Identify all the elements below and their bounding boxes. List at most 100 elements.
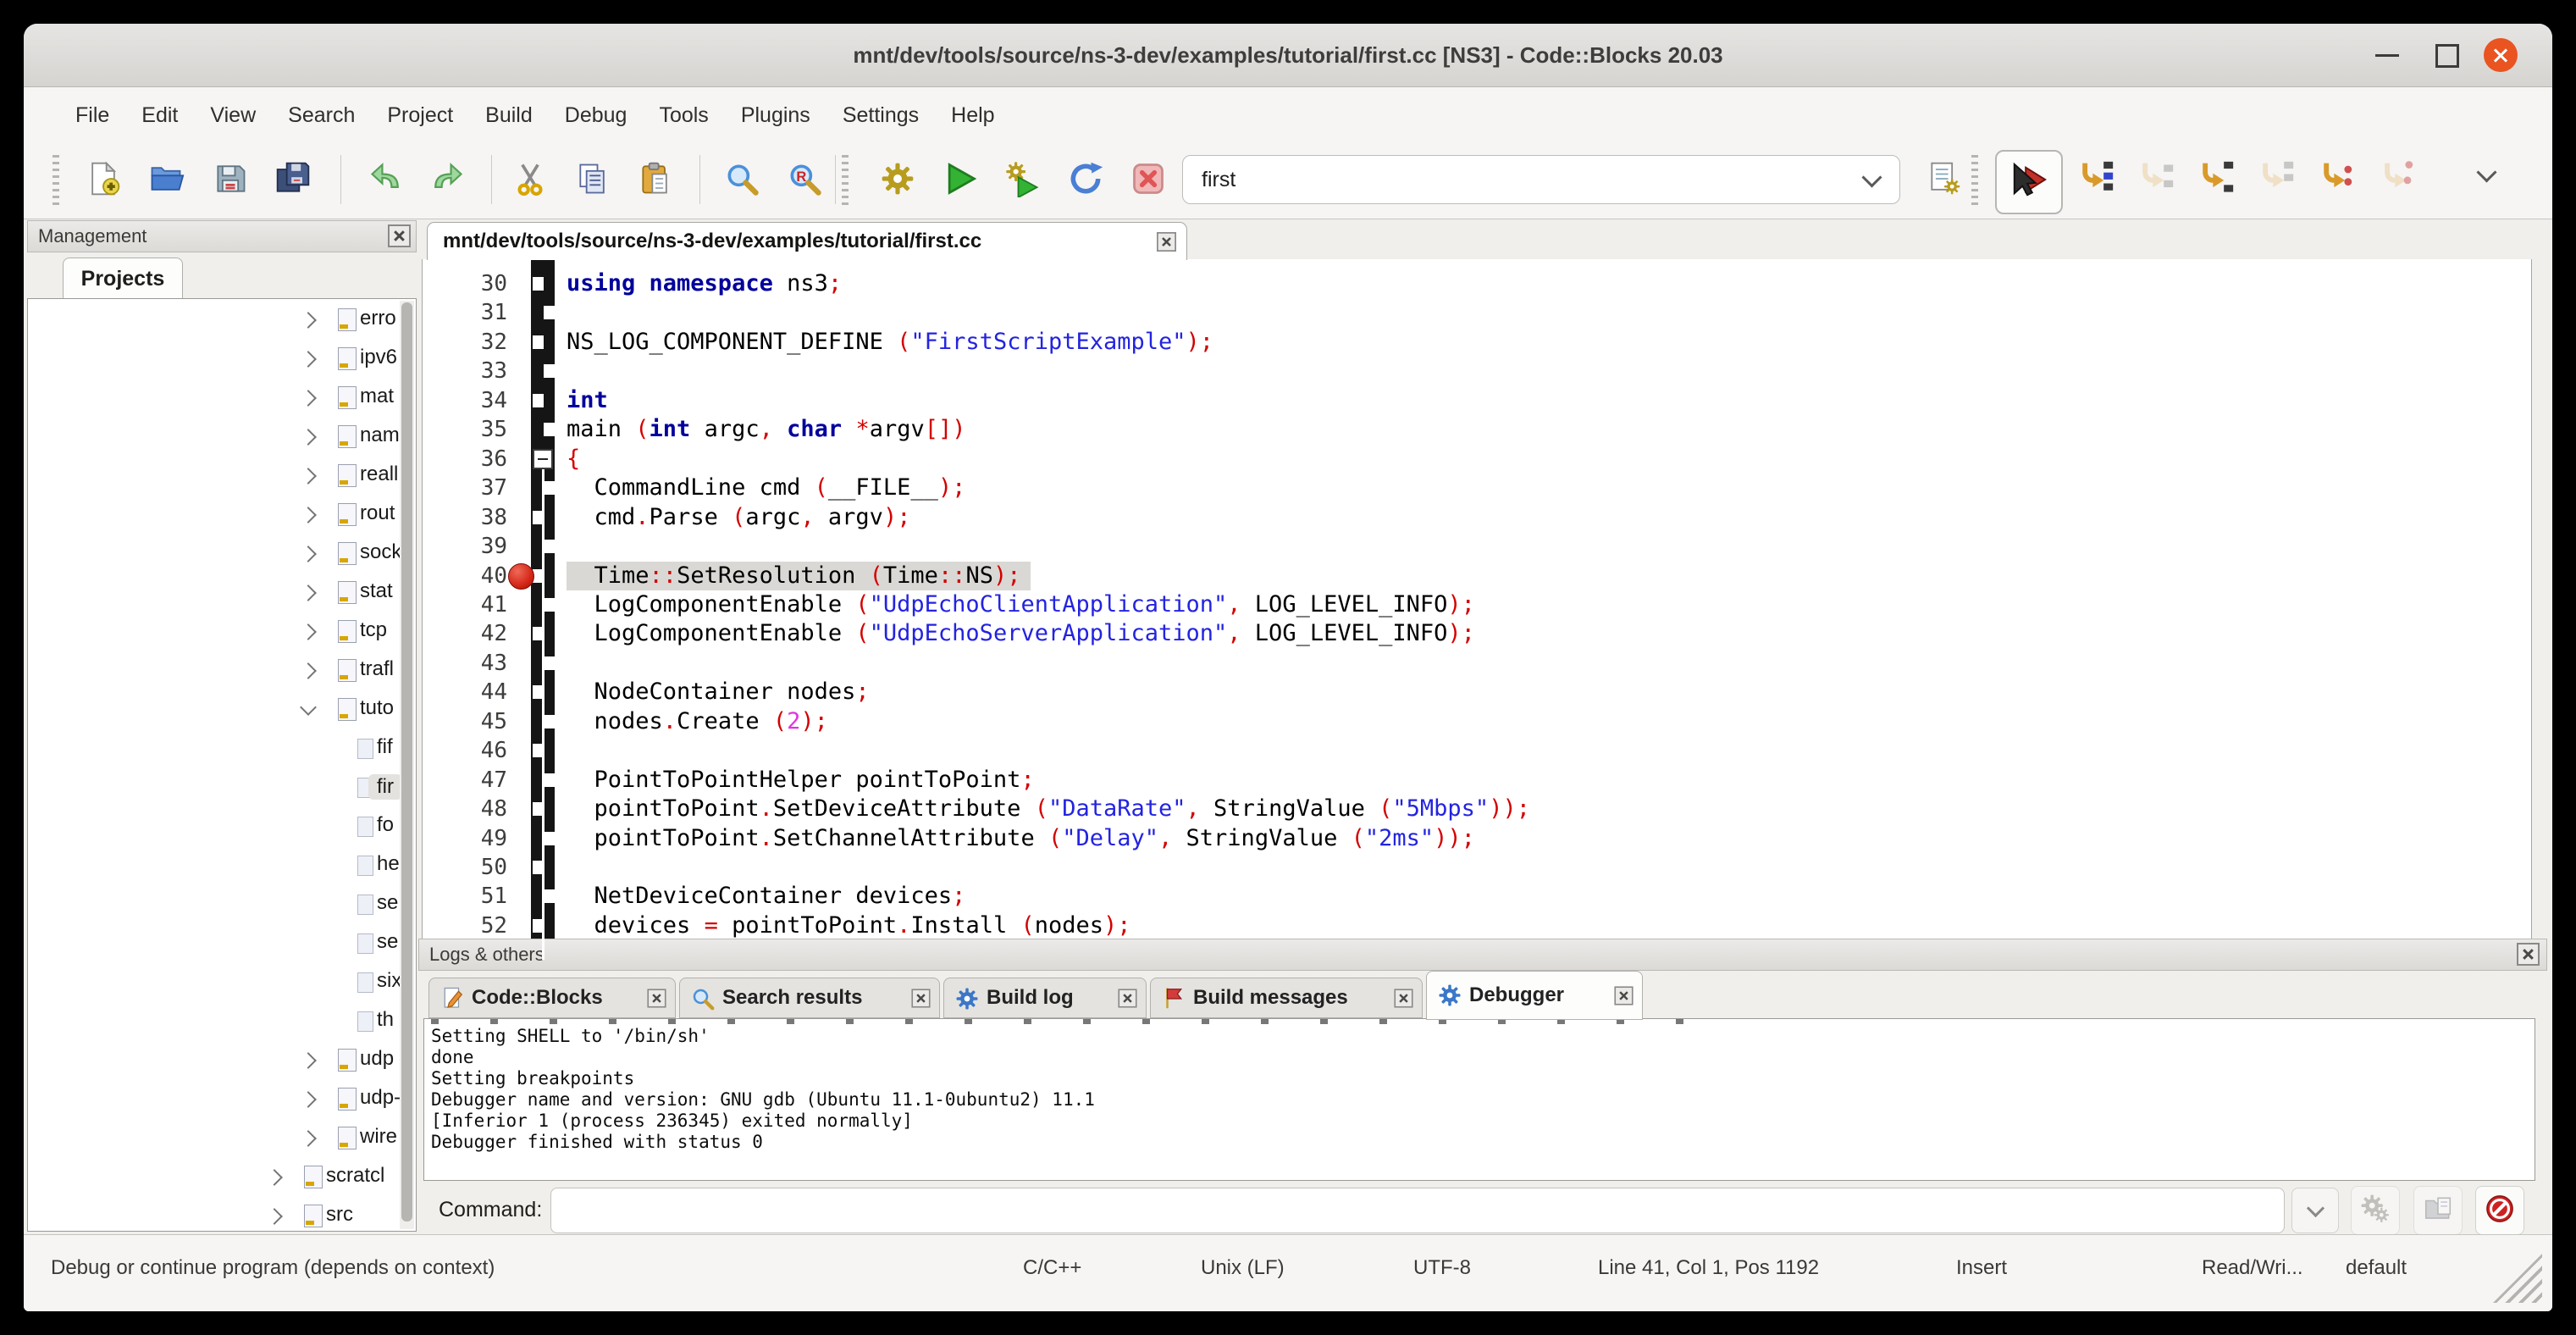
step-into-button[interactable] bbox=[2189, 153, 2243, 208]
undo-button[interactable] bbox=[359, 153, 413, 208]
copy-button[interactable] bbox=[566, 153, 620, 208]
save-all-button[interactable] bbox=[266, 153, 320, 208]
tree-item-ipv6[interactable]: ipv6 bbox=[28, 340, 416, 379]
build-and-run-button[interactable] bbox=[996, 153, 1050, 208]
line-number[interactable]: 50 bbox=[423, 853, 507, 882]
debug-continue-button[interactable] bbox=[1995, 150, 2063, 214]
minimize-icon[interactable] bbox=[2375, 54, 2399, 57]
maximize-icon[interactable] bbox=[2435, 44, 2459, 68]
run-button[interactable] bbox=[933, 153, 987, 208]
menu-item-build[interactable]: Build bbox=[469, 103, 549, 128]
tree-item-udp-[interactable]: udp- bbox=[28, 1080, 416, 1119]
paste-button[interactable] bbox=[628, 153, 683, 208]
chevron-right-icon[interactable] bbox=[300, 546, 317, 562]
line-number[interactable]: 41 bbox=[423, 590, 507, 619]
line-number[interactable]: 51 bbox=[423, 882, 507, 911]
logs-tab-search-results[interactable]: Search results bbox=[679, 978, 940, 1018]
editor-tab-close-icon[interactable] bbox=[1157, 232, 1176, 252]
tree-item-sock[interactable]: sock bbox=[28, 535, 416, 573]
tab-close-icon[interactable] bbox=[1118, 989, 1136, 1007]
logs-tab-build-log[interactable]: Build log bbox=[943, 978, 1147, 1018]
tree-scrollbar-thumb[interactable] bbox=[401, 302, 412, 1221]
tree-item-trafl[interactable]: trafl bbox=[28, 651, 416, 690]
tree-item-nam[interactable]: nam bbox=[28, 418, 416, 457]
tree-item-fir[interactable]: fir bbox=[28, 768, 416, 807]
find-button[interactable] bbox=[715, 153, 769, 208]
line-number[interactable]: 33 bbox=[423, 357, 507, 385]
resize-grip[interactable] bbox=[2493, 1254, 2542, 1303]
menu-item-settings[interactable]: Settings bbox=[826, 103, 935, 128]
line-number[interactable]: 38 bbox=[423, 503, 507, 532]
fold-collapse-icon[interactable] bbox=[533, 449, 553, 469]
menu-item-project[interactable]: Project bbox=[371, 103, 469, 128]
logs-tab-code-blocks[interactable]: Code::Blocks bbox=[428, 978, 676, 1018]
line-number[interactable]: 52 bbox=[423, 911, 507, 940]
line-number[interactable]: 40 bbox=[423, 562, 507, 590]
chevron-right-icon[interactable] bbox=[300, 429, 317, 446]
logs-header[interactable]: Logs & others bbox=[418, 939, 2547, 971]
line-number[interactable]: 43 bbox=[423, 649, 507, 678]
tree-item-src[interactable]: src bbox=[28, 1197, 416, 1232]
toolbar-grip[interactable] bbox=[53, 155, 59, 206]
tree-item-erro[interactable]: erro bbox=[28, 301, 416, 340]
menu-item-plugins[interactable]: Plugins bbox=[725, 103, 826, 128]
tree-item-reall[interactable]: reall bbox=[28, 457, 416, 496]
toolbar-grip[interactable] bbox=[842, 155, 849, 206]
toolbar-grip[interactable] bbox=[1971, 155, 1978, 206]
chevron-right-icon[interactable] bbox=[300, 1091, 317, 1108]
tree-item-tuto[interactable]: tuto bbox=[28, 690, 416, 729]
chevron-down-icon[interactable] bbox=[300, 699, 317, 716]
next-line-button[interactable] bbox=[2129, 153, 2183, 208]
menu-item-search[interactable]: Search bbox=[272, 103, 371, 128]
tree-item-udp[interactable]: udp bbox=[28, 1041, 416, 1080]
chevron-right-icon[interactable] bbox=[300, 1130, 317, 1147]
menu-item-tools[interactable]: Tools bbox=[643, 103, 724, 128]
menu-item-help[interactable]: Help bbox=[935, 103, 1010, 128]
cut-button[interactable] bbox=[503, 153, 557, 208]
line-number[interactable]: 32 bbox=[423, 328, 507, 357]
copy-log-button[interactable] bbox=[2413, 1186, 2463, 1235]
menu-item-debug[interactable]: Debug bbox=[549, 103, 644, 128]
management-header[interactable]: Management bbox=[27, 220, 417, 252]
code-editor[interactable]: 30using namespace ns3;3132NS_LOG_COMPONE… bbox=[422, 259, 2532, 961]
tab-close-icon[interactable] bbox=[1394, 989, 1412, 1007]
tree-scrollbar[interactable] bbox=[400, 301, 414, 1229]
tree-item-six[interactable]: six bbox=[28, 963, 416, 1002]
command-input[interactable] bbox=[550, 1188, 2285, 1233]
chevron-right-icon[interactable] bbox=[300, 390, 317, 407]
tab-close-icon[interactable] bbox=[1614, 986, 1633, 1005]
tree-item-fo[interactable]: fo bbox=[28, 807, 416, 846]
logs-close-icon[interactable] bbox=[2517, 943, 2540, 966]
chevron-right-icon[interactable] bbox=[300, 584, 317, 601]
menu-item-edit[interactable]: Edit bbox=[125, 103, 194, 128]
chevron-down-icon[interactable] bbox=[1861, 167, 1882, 187]
run-to-cursor-button[interactable] bbox=[2069, 153, 2123, 208]
chevron-right-icon[interactable] bbox=[300, 468, 317, 485]
line-number[interactable]: 44 bbox=[423, 678, 507, 706]
tree-item-se[interactable]: se bbox=[28, 924, 416, 963]
command-history-dropdown[interactable] bbox=[2291, 1188, 2339, 1233]
chevron-right-icon[interactable] bbox=[300, 312, 317, 329]
logs-tab-build-messages[interactable]: Build messages bbox=[1150, 978, 1423, 1018]
replace-button[interactable]: R bbox=[777, 153, 832, 208]
tree-item-wire[interactable]: wire bbox=[28, 1119, 416, 1158]
line-number[interactable]: 34 bbox=[423, 386, 507, 415]
script-options-button[interactable] bbox=[1917, 153, 1971, 208]
chevron-right-icon[interactable] bbox=[266, 1169, 283, 1186]
tree-item-scratcl[interactable]: scratcl bbox=[28, 1158, 416, 1197]
tab-projects[interactable]: Projects bbox=[63, 258, 183, 299]
next-instruction-button[interactable] bbox=[2310, 153, 2364, 208]
line-number[interactable]: 47 bbox=[423, 766, 507, 795]
menu-item-view[interactable]: View bbox=[194, 103, 272, 128]
stop-debugger-button[interactable] bbox=[2475, 1186, 2524, 1235]
new-file-button[interactable] bbox=[76, 153, 130, 208]
tree-item-he[interactable]: he bbox=[28, 846, 416, 885]
line-number[interactable]: 49 bbox=[423, 824, 507, 853]
tree-item-se[interactable]: se bbox=[28, 885, 416, 924]
line-number[interactable]: 36 bbox=[423, 445, 507, 474]
chevron-right-icon[interactable] bbox=[266, 1208, 283, 1225]
tree-item-th[interactable]: th bbox=[28, 1002, 416, 1041]
line-number[interactable]: 37 bbox=[423, 474, 507, 502]
tab-close-icon[interactable] bbox=[911, 989, 930, 1007]
step-out-button[interactable] bbox=[2249, 153, 2303, 208]
